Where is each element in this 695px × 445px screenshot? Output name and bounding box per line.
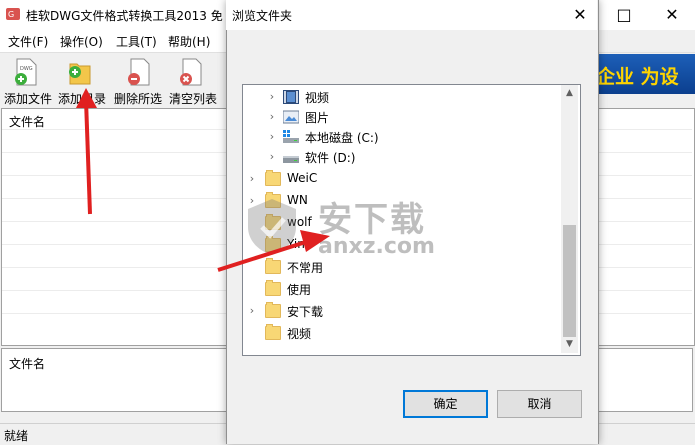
menu-tools[interactable]: 工具(T) (116, 33, 157, 50)
tree-node-drive-d[interactable]: › 软件 (D:) (243, 147, 561, 167)
tree-node-label: 软件 (D:) (305, 151, 356, 165)
svg-text:G: G (8, 10, 14, 19)
tree-node-label: 使用 (287, 283, 312, 297)
minimize-button[interactable]: □ (612, 4, 636, 26)
menu-file[interactable]: 文件(F) (8, 33, 48, 50)
scroll-down-icon[interactable]: ▼ (561, 336, 578, 353)
tree-node-rarely-used[interactable]: 不常用 (243, 257, 561, 277)
dialog-title: 浏览文件夹 (232, 9, 293, 23)
picture-folder-icon (283, 110, 299, 124)
folder-icon (265, 324, 281, 340)
cancel-button[interactable]: 取消 (497, 390, 582, 418)
delete-selected-icon[interactable] (126, 58, 150, 86)
chevron-right-icon[interactable]: › (267, 107, 277, 127)
tree-node-drive-c[interactable]: › 本地磁盘 (C:) (243, 127, 561, 147)
folder-icon (265, 258, 281, 274)
ad-banner: 企业 为设 (596, 54, 695, 94)
output-column-header-filename[interactable]: 文件名 (9, 355, 45, 372)
add-file-icon[interactable]: DWG (14, 58, 38, 86)
close-icon[interactable]: ✕ (660, 4, 684, 26)
video-folder-icon (283, 90, 299, 104)
status-text: 就绪 (4, 429, 29, 443)
tree-node-label: 本地磁盘 (C:) (305, 131, 379, 145)
menu-help[interactable]: 帮助(H) (168, 33, 210, 50)
chevron-right-icon[interactable]: › (247, 301, 257, 321)
scroll-up-icon[interactable]: ▲ (561, 85, 578, 102)
drive-icon (283, 156, 299, 163)
app-title: 桂软DWG文件格式转换工具2013 免 (26, 9, 223, 23)
watermark-shield-icon (248, 199, 296, 255)
add-folder-icon[interactable] (68, 58, 92, 86)
delete-selected-button[interactable]: 删除所选 (114, 90, 162, 107)
tree-node-weic[interactable]: › WeiC (243, 169, 561, 189)
tree-node-label: 图片 (305, 111, 330, 125)
system-drive-icon (283, 130, 299, 143)
clear-list-button[interactable]: 清空列表 (169, 90, 217, 107)
tree-node-label: 视频 (305, 91, 330, 105)
add-folder-button[interactable]: 添加目录 (58, 90, 106, 107)
folder-icon (265, 280, 281, 296)
tree-node-video[interactable]: 视频 (243, 323, 561, 343)
tree-node-videos[interactable]: › 视频 (243, 87, 561, 107)
column-header-filename[interactable]: 文件名 (9, 113, 45, 130)
chevron-right-icon[interactable]: › (267, 87, 277, 107)
banner-text: 企业 为设 (596, 66, 679, 88)
scrollbar-thumb[interactable] (563, 225, 576, 337)
folder-icon (265, 302, 281, 318)
menu-operation[interactable]: 操作(O) (60, 33, 103, 50)
ok-button[interactable]: 确定 (403, 390, 488, 418)
watermark-subtext: anxz.com (318, 234, 435, 259)
dialog-close-icon[interactable]: ✕ (568, 4, 592, 26)
app-logo-icon: G (6, 8, 20, 20)
tree-node-anxz[interactable]: › 安下载 (243, 301, 561, 321)
add-file-button[interactable]: 添加文件 (4, 90, 52, 107)
tree-node-label: 视频 (287, 327, 312, 341)
tree-node-label: 不常用 (287, 261, 324, 275)
tree-node-label: WeiC (287, 171, 318, 185)
tree-node-pictures[interactable]: › 图片 (243, 107, 561, 127)
chevron-right-icon[interactable]: › (247, 169, 257, 189)
chevron-right-icon[interactable]: › (267, 127, 277, 147)
clear-list-icon[interactable] (178, 58, 202, 86)
tree-node-label: 安下载 (287, 305, 324, 319)
tree-node-use[interactable]: 使用 (243, 279, 561, 299)
folder-icon (265, 170, 281, 186)
chevron-right-icon[interactable]: › (267, 147, 277, 167)
svg-text:DWG: DWG (20, 66, 33, 72)
